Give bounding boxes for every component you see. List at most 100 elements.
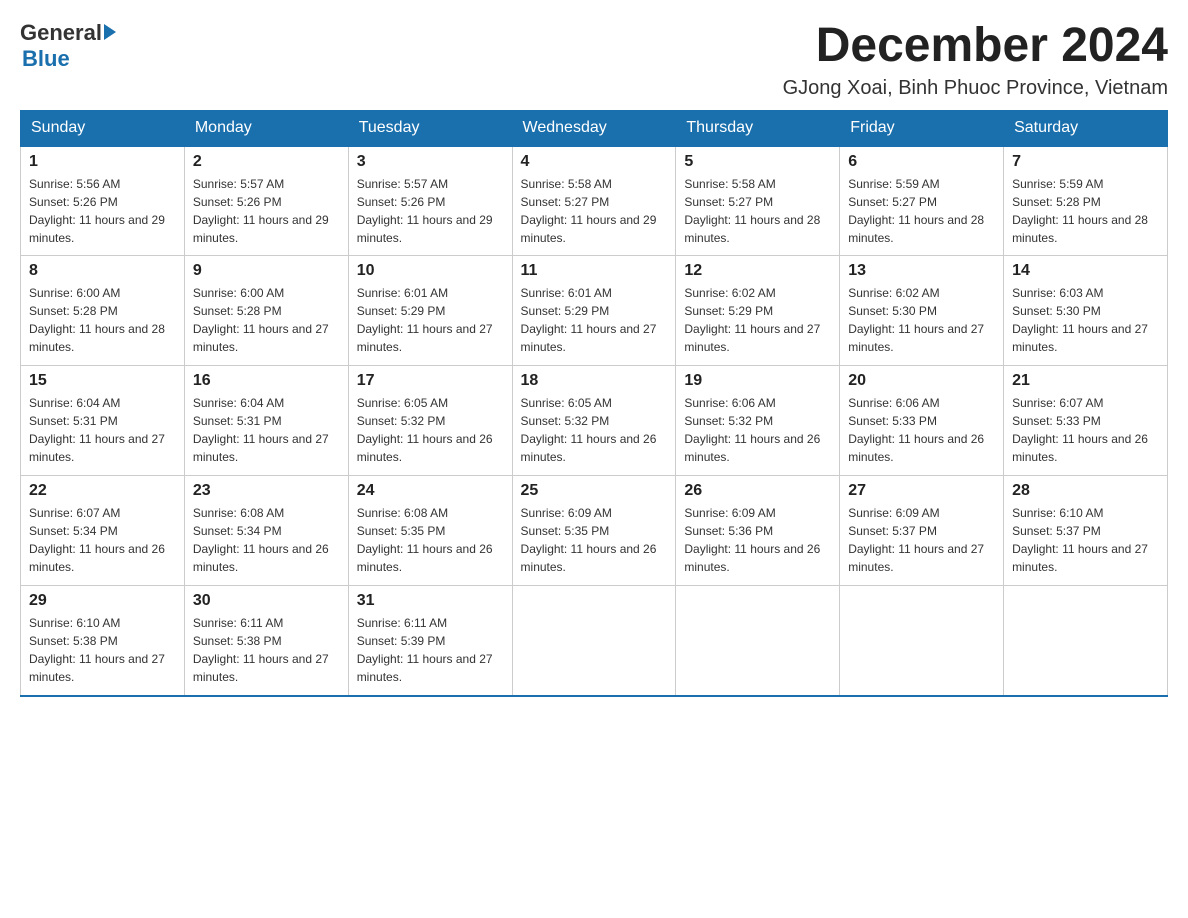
- calendar-cell: 7 Sunrise: 5:59 AMSunset: 5:28 PMDaylight…: [1004, 146, 1168, 256]
- day-info: Sunrise: 5:59 AMSunset: 5:27 PMDaylight:…: [848, 175, 995, 247]
- day-info: Sunrise: 6:09 AMSunset: 5:37 PMDaylight:…: [848, 504, 995, 576]
- logo-general: General: [20, 20, 102, 46]
- day-number: 30: [193, 592, 340, 610]
- day-number: 17: [357, 372, 504, 390]
- logo: General Blue: [20, 20, 116, 72]
- day-number: 20: [848, 372, 995, 390]
- logo-blue: Blue: [22, 46, 116, 72]
- calendar-cell: 4 Sunrise: 5:58 AMSunset: 5:27 PMDaylight…: [512, 146, 676, 256]
- calendar-cell: 20Sunrise: 6:06 AMSunset: 5:33 PMDayligh…: [840, 366, 1004, 476]
- day-number: 4: [521, 153, 668, 171]
- day-info: Sunrise: 6:00 AMSunset: 5:28 PMDaylight:…: [193, 284, 340, 356]
- day-number: 21: [1012, 372, 1159, 390]
- day-number: 28: [1012, 482, 1159, 500]
- day-number: 19: [684, 372, 831, 390]
- calendar-cell: 11 Sunrise: 6:01 AMSunset: 5:29 PMDayligh…: [512, 256, 676, 366]
- calendar-header-sunday: Sunday: [21, 110, 185, 146]
- day-number: 14: [1012, 262, 1159, 280]
- title-section: December 2024 GJong Xoai, Binh Phuoc Pro…: [783, 20, 1168, 100]
- calendar-cell: 1 Sunrise: 5:56 AMSunset: 5:26 PMDaylight…: [21, 146, 185, 256]
- day-number: 12: [684, 262, 831, 280]
- day-info: Sunrise: 6:10 AMSunset: 5:37 PMDaylight:…: [1012, 504, 1159, 576]
- calendar-week-row: 22 Sunrise: 6:07 AMSunset: 5:34 PMDayligh…: [21, 476, 1168, 586]
- calendar-week-row: 15Sunrise: 6:04 AMSunset: 5:31 PMDayligh…: [21, 366, 1168, 476]
- day-info: Sunrise: 5:57 AMSunset: 5:26 PMDaylight:…: [193, 175, 340, 247]
- day-info: Sunrise: 6:09 AMSunset: 5:35 PMDaylight:…: [521, 504, 668, 576]
- day-info: Sunrise: 6:04 AMSunset: 5:31 PMDaylight:…: [193, 394, 340, 466]
- day-number: 1: [29, 153, 176, 171]
- day-info: Sunrise: 5:57 AMSunset: 5:26 PMDaylight:…: [357, 175, 504, 247]
- calendar-cell: 12 Sunrise: 6:02 AMSunset: 5:29 PMDayligh…: [676, 256, 840, 366]
- calendar-header-friday: Friday: [840, 110, 1004, 146]
- page-header: General Blue December 2024 GJong Xoai, B…: [20, 20, 1168, 100]
- calendar-cell: 25 Sunrise: 6:09 AMSunset: 5:35 PMDayligh…: [512, 476, 676, 586]
- location-title: GJong Xoai, Binh Phuoc Province, Vietnam: [783, 77, 1168, 100]
- day-number: 7: [1012, 153, 1159, 171]
- calendar-table: SundayMondayTuesdayWednesdayThursdayFrid…: [20, 110, 1168, 697]
- day-info: Sunrise: 6:05 AMSunset: 5:32 PMDaylight:…: [521, 394, 668, 466]
- calendar-cell: 22 Sunrise: 6:07 AMSunset: 5:34 PMDayligh…: [21, 476, 185, 586]
- day-number: 8: [29, 262, 176, 280]
- calendar-header-row: SundayMondayTuesdayWednesdayThursdayFrid…: [21, 110, 1168, 146]
- calendar-cell: 30 Sunrise: 6:11 AMSunset: 5:38 PMDayligh…: [184, 586, 348, 696]
- day-number: 5: [684, 153, 831, 171]
- calendar-cell: 5 Sunrise: 5:58 AMSunset: 5:27 PMDaylight…: [676, 146, 840, 256]
- day-number: 6: [848, 153, 995, 171]
- calendar-cell: 31 Sunrise: 6:11 AMSunset: 5:39 PMDayligh…: [348, 586, 512, 696]
- day-info: Sunrise: 6:09 AMSunset: 5:36 PMDaylight:…: [684, 504, 831, 576]
- day-info: Sunrise: 6:02 AMSunset: 5:29 PMDaylight:…: [684, 284, 831, 356]
- day-number: 24: [357, 482, 504, 500]
- calendar-cell: 3 Sunrise: 5:57 AMSunset: 5:26 PMDaylight…: [348, 146, 512, 256]
- calendar-cell: 17Sunrise: 6:05 AMSunset: 5:32 PMDayligh…: [348, 366, 512, 476]
- day-info: Sunrise: 6:11 AMSunset: 5:39 PMDaylight:…: [357, 614, 504, 686]
- day-info: Sunrise: 6:11 AMSunset: 5:38 PMDaylight:…: [193, 614, 340, 686]
- day-info: Sunrise: 5:58 AMSunset: 5:27 PMDaylight:…: [684, 175, 831, 247]
- day-info: Sunrise: 6:08 AMSunset: 5:34 PMDaylight:…: [193, 504, 340, 576]
- day-info: Sunrise: 6:02 AMSunset: 5:30 PMDaylight:…: [848, 284, 995, 356]
- day-number: 26: [684, 482, 831, 500]
- day-info: Sunrise: 6:01 AMSunset: 5:29 PMDaylight:…: [521, 284, 668, 356]
- calendar-cell: 24 Sunrise: 6:08 AMSunset: 5:35 PMDayligh…: [348, 476, 512, 586]
- calendar-header-wednesday: Wednesday: [512, 110, 676, 146]
- calendar-cell: 28 Sunrise: 6:10 AMSunset: 5:37 PMDayligh…: [1004, 476, 1168, 586]
- day-number: 27: [848, 482, 995, 500]
- calendar-cell: 14 Sunrise: 6:03 AMSunset: 5:30 PMDayligh…: [1004, 256, 1168, 366]
- calendar-cell: 6 Sunrise: 5:59 AMSunset: 5:27 PMDaylight…: [840, 146, 1004, 256]
- calendar-header-saturday: Saturday: [1004, 110, 1168, 146]
- calendar-cell: 2 Sunrise: 5:57 AMSunset: 5:26 PMDaylight…: [184, 146, 348, 256]
- day-info: Sunrise: 6:07 AMSunset: 5:34 PMDaylight:…: [29, 504, 176, 576]
- calendar-cell: 9Sunrise: 6:00 AMSunset: 5:28 PMDaylight…: [184, 256, 348, 366]
- day-number: 25: [521, 482, 668, 500]
- day-number: 10: [357, 262, 504, 280]
- day-info: Sunrise: 6:06 AMSunset: 5:32 PMDaylight:…: [684, 394, 831, 466]
- day-info: Sunrise: 6:03 AMSunset: 5:30 PMDaylight:…: [1012, 284, 1159, 356]
- day-number: 11: [521, 262, 668, 280]
- day-info: Sunrise: 5:58 AMSunset: 5:27 PMDaylight:…: [521, 175, 668, 247]
- calendar-header-thursday: Thursday: [676, 110, 840, 146]
- calendar-week-row: 1 Sunrise: 5:56 AMSunset: 5:26 PMDaylight…: [21, 146, 1168, 256]
- day-info: Sunrise: 6:01 AMSunset: 5:29 PMDaylight:…: [357, 284, 504, 356]
- day-info: Sunrise: 5:56 AMSunset: 5:26 PMDaylight:…: [29, 175, 176, 247]
- day-number: 16: [193, 372, 340, 390]
- calendar-cell: 13Sunrise: 6:02 AMSunset: 5:30 PMDayligh…: [840, 256, 1004, 366]
- logo-arrow-icon: [104, 24, 116, 40]
- calendar-header-monday: Monday: [184, 110, 348, 146]
- day-number: 3: [357, 153, 504, 171]
- calendar-week-row: 29Sunrise: 6:10 AMSunset: 5:38 PMDayligh…: [21, 586, 1168, 696]
- calendar-cell: 23Sunrise: 6:08 AMSunset: 5:34 PMDayligh…: [184, 476, 348, 586]
- day-number: 22: [29, 482, 176, 500]
- day-number: 2: [193, 153, 340, 171]
- month-title: December 2024: [783, 20, 1168, 73]
- calendar-cell: 27 Sunrise: 6:09 AMSunset: 5:37 PMDayligh…: [840, 476, 1004, 586]
- calendar-cell: 18 Sunrise: 6:05 AMSunset: 5:32 PMDayligh…: [512, 366, 676, 476]
- calendar-cell: 16 Sunrise: 6:04 AMSunset: 5:31 PMDayligh…: [184, 366, 348, 476]
- calendar-header-tuesday: Tuesday: [348, 110, 512, 146]
- calendar-cell: 15Sunrise: 6:04 AMSunset: 5:31 PMDayligh…: [21, 366, 185, 476]
- day-number: 31: [357, 592, 504, 610]
- calendar-cell: 29Sunrise: 6:10 AMSunset: 5:38 PMDayligh…: [21, 586, 185, 696]
- day-info: Sunrise: 6:00 AMSunset: 5:28 PMDaylight:…: [29, 284, 176, 356]
- calendar-cell: [1004, 586, 1168, 696]
- day-info: Sunrise: 6:08 AMSunset: 5:35 PMDaylight:…: [357, 504, 504, 576]
- day-info: Sunrise: 5:59 AMSunset: 5:28 PMDaylight:…: [1012, 175, 1159, 247]
- day-number: 18: [521, 372, 668, 390]
